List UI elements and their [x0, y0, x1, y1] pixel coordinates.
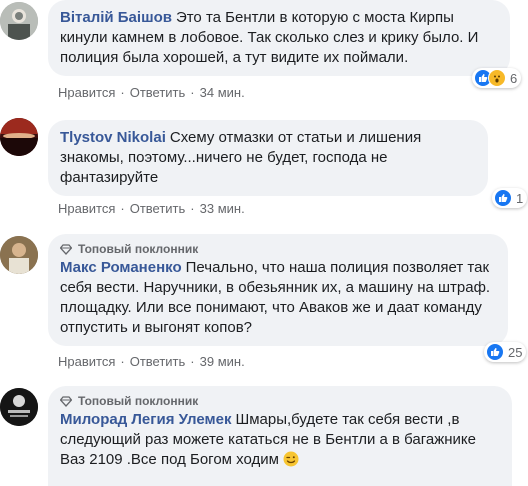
comment-author[interactable]: Милорад Легия Улемек — [60, 411, 231, 428]
like-icon — [494, 189, 512, 207]
reply-button[interactable]: Ответить — [130, 85, 186, 100]
reaction-summary[interactable]: 25 — [484, 342, 527, 362]
comment-timestamp[interactable]: 33 мин. — [200, 201, 245, 216]
separator-dot: · — [190, 85, 195, 100]
comment-actions: Нравится · Ответить · 34 мин. — [58, 85, 245, 100]
separator-dot: · — [120, 201, 125, 216]
separator-dot: · — [190, 354, 195, 369]
wow-icon — [488, 69, 506, 87]
diamond-icon — [60, 243, 72, 255]
like-button[interactable]: Нравится — [58, 85, 115, 100]
like-button[interactable]: Нравится — [58, 201, 115, 216]
avatar[interactable] — [0, 118, 38, 156]
reaction-summary[interactable]: 1 — [492, 188, 528, 208]
top-fan-badge: Топовый поклонник — [60, 394, 500, 408]
avatar[interactable] — [0, 2, 38, 40]
avatar[interactable] — [0, 388, 38, 426]
reaction-count: 6 — [510, 70, 518, 86]
badge-label: Топовый поклонник — [78, 394, 199, 408]
comment-author[interactable]: Tlystov Nikolai — [60, 129, 166, 146]
comment-timestamp[interactable]: 34 мин. — [200, 85, 245, 100]
reply-button[interactable]: Ответить — [130, 354, 186, 369]
reaction-summary[interactable]: 6 — [472, 68, 522, 88]
comment-bubble: Топовый поклонник Макс Романенко Печально… — [48, 234, 508, 346]
reply-button[interactable]: Ответить — [130, 201, 186, 216]
comment-text: Віталій Баішов Это та Бентли в которую с … — [60, 8, 498, 68]
separator-dot: · — [120, 85, 125, 100]
separator-dot: · — [120, 354, 125, 369]
reaction-count: 1 — [516, 190, 524, 206]
badge-label: Топовый поклонник — [78, 242, 199, 256]
comment-text: Милорад Легия Улемек Шмары,будете так себ… — [60, 410, 500, 473]
comment-bubble: Віталій Баішов Это та Бентли в которую с … — [48, 0, 510, 76]
comment-actions: Нравится · Ответить · 33 мин. — [58, 201, 245, 216]
comment-actions: Нравится · Ответить · 39 мин. — [58, 354, 245, 369]
like-icon — [486, 343, 504, 361]
comment-timestamp[interactable]: 39 мин. — [200, 354, 245, 369]
comment-bubble: Tlystov Nikolai Схему отмазки от статьи и… — [48, 120, 488, 196]
comment-author[interactable]: Віталій Баішов — [60, 9, 172, 26]
avatar[interactable] — [0, 236, 38, 274]
comment-text: Tlystov Nikolai Схему отмазки от статьи и… — [60, 128, 476, 188]
separator-dot: · — [190, 201, 195, 216]
like-button[interactable]: Нравится — [58, 354, 115, 369]
comment-author[interactable]: Макс Романенко — [60, 259, 182, 276]
diamond-icon — [60, 395, 72, 407]
reaction-count: 25 — [508, 344, 523, 360]
wink-emoji-icon — [283, 451, 299, 473]
comment-bubble: Топовый поклонник Милорад Легия Улемек Шм… — [48, 386, 512, 486]
comment-text: Макс Романенко Печально, что наша полиция… — [60, 258, 496, 338]
top-fan-badge: Топовый поклонник — [60, 242, 496, 256]
